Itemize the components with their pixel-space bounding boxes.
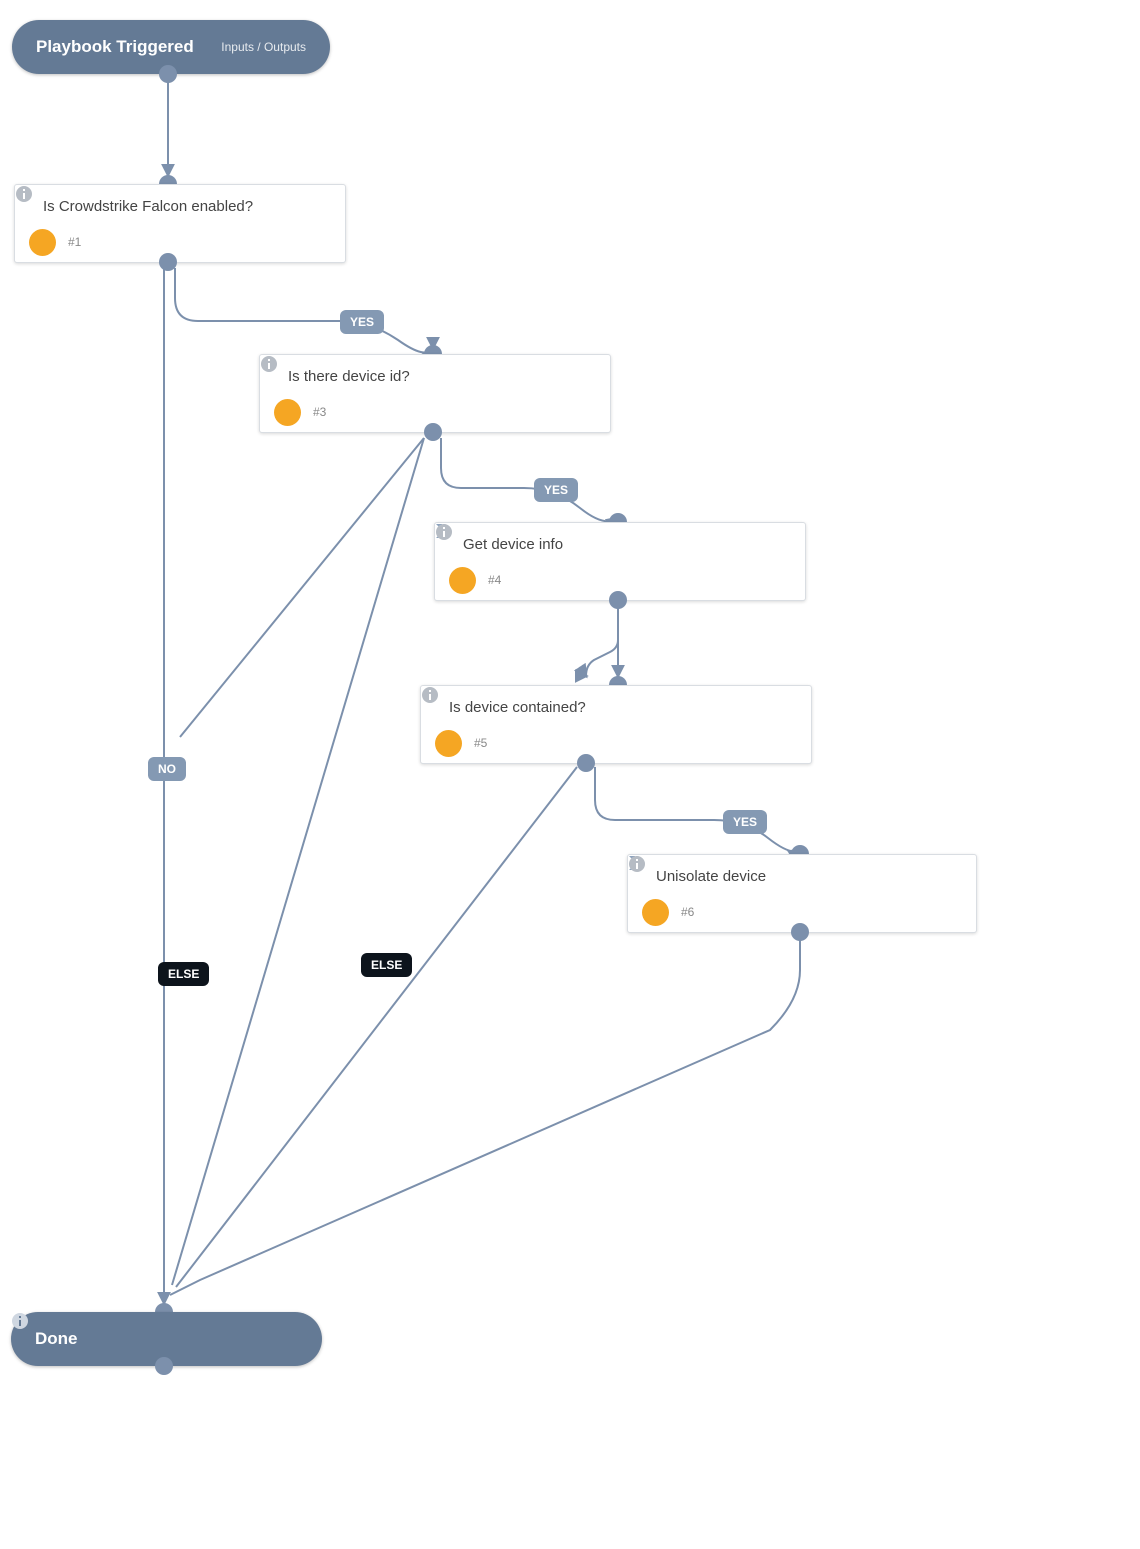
bolt-icon: [642, 899, 669, 926]
port-done-bottom[interactable]: [155, 1357, 173, 1375]
info-icon[interactable]: [944, 903, 962, 921]
branch-label-yes-2: YES: [534, 478, 578, 502]
bolt-icon: [449, 567, 476, 594]
branch-label-else-1: ELSE: [158, 962, 209, 986]
task-is-there-device-id[interactable]: Is there device id? #3: [259, 354, 611, 433]
task-step-number: #5: [474, 736, 487, 750]
branch-label-else-2: ELSE: [361, 953, 412, 977]
task-title: Get device info: [463, 536, 563, 553]
task-title: Is there device id?: [288, 368, 410, 385]
port-n1-bottom[interactable]: [159, 253, 177, 271]
branch-label-yes-1: YES: [340, 310, 384, 334]
bolt-icon: [435, 730, 462, 757]
info-icon[interactable]: [779, 734, 797, 752]
branch-label-no: NO: [148, 757, 186, 781]
info-icon[interactable]: [280, 1330, 298, 1348]
branch-label-yes-3: YES: [723, 810, 767, 834]
task-step-number: #3: [313, 405, 326, 419]
task-step-number: #6: [681, 905, 694, 919]
task-unisolate-device[interactable]: Unisolate device #6: [627, 854, 977, 933]
port-n4-bottom[interactable]: [609, 591, 627, 609]
task-get-device-info[interactable]: Get device info #4: [434, 522, 806, 601]
info-icon[interactable]: [313, 233, 331, 251]
task-title: Is Crowdstrike Falcon enabled?: [43, 198, 253, 215]
task-step-number: #1: [68, 235, 81, 249]
info-icon[interactable]: [773, 571, 791, 589]
bolt-icon: [29, 229, 56, 256]
task-title: Unisolate device: [656, 868, 766, 885]
task-title: Is device contained?: [449, 699, 586, 716]
task-step-number: #4: [488, 573, 501, 587]
playbook-start-title: Playbook Triggered: [36, 37, 194, 57]
bolt-icon: [274, 399, 301, 426]
task-is-device-contained[interactable]: Is device contained? #5: [420, 685, 812, 764]
task-is-crowdstrike-enabled[interactable]: Is Crowdstrike Falcon enabled? #1: [14, 184, 346, 263]
port-start-bottom[interactable]: [159, 65, 177, 83]
port-n6-bottom[interactable]: [791, 923, 809, 941]
playbook-done-title: Done: [35, 1329, 78, 1349]
port-n5-bottom[interactable]: [577, 754, 595, 772]
inputs-outputs-link[interactable]: Inputs / Outputs: [221, 40, 306, 54]
port-n3-bottom[interactable]: [424, 423, 442, 441]
info-icon[interactable]: [578, 403, 596, 421]
